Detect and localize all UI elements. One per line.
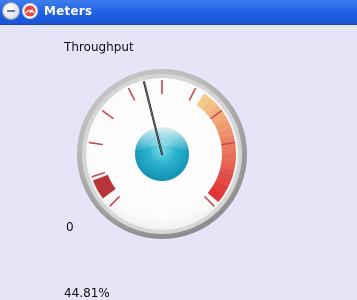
title-bar: Meters (0, 0, 357, 25)
window-title: Meters (44, 4, 93, 18)
gauge-title: Throughput (64, 40, 134, 54)
meter-app-icon (22, 3, 38, 19)
meters-panel: Meters Throughput 0 44.81% (0, 0, 357, 300)
throughput-gauge (77, 69, 247, 239)
gauge-min-label: 0 (66, 220, 74, 234)
collapse-icon[interactable] (2, 2, 20, 20)
gauge-value-label: 44.81% (64, 286, 110, 300)
